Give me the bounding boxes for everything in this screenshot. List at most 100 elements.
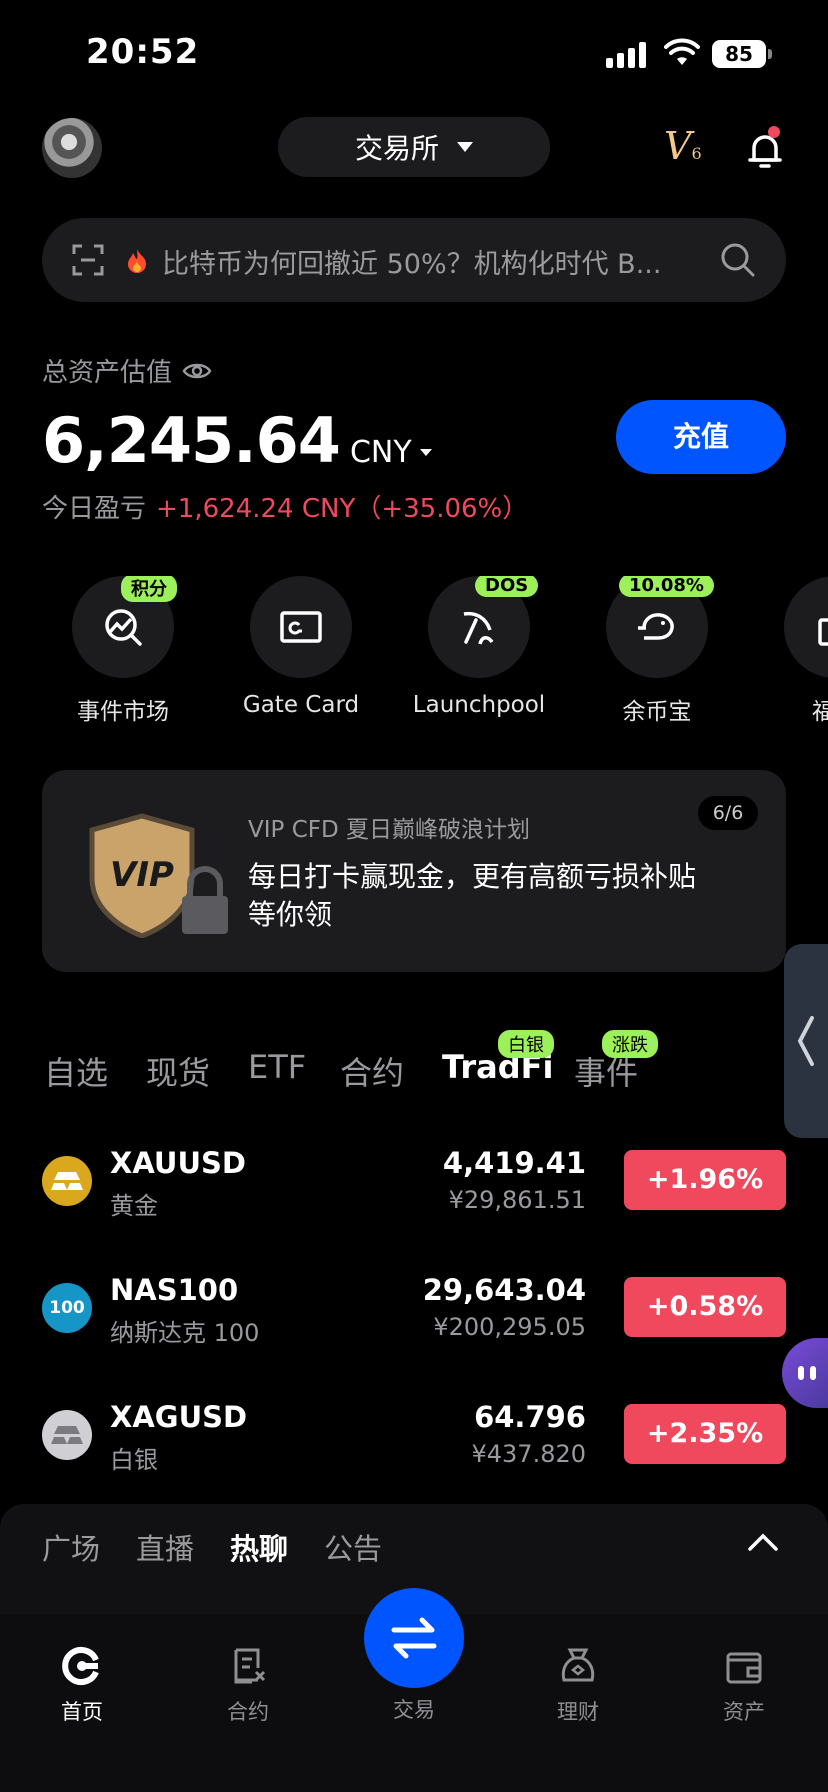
exchange-mode-switch[interactable]: 交易所 xyxy=(278,117,550,177)
piggy-bank-icon xyxy=(638,613,674,640)
asset-summary: 总资产估值 6,245.64 CNY 充值 今日盈亏 +1,624.24 CNY（… xyxy=(42,352,786,524)
assistant-bubble[interactable] xyxy=(782,1338,828,1408)
market-price-cny: ¥437.820 xyxy=(471,1440,586,1468)
tab-spot[interactable]: 现货 xyxy=(146,1048,210,1094)
shortcut-row: 积分 事件市场 Gate Card DOS Launchpool 10.08% … xyxy=(0,576,828,726)
event-market-icon xyxy=(105,609,142,646)
market-symbol: XAUUSD xyxy=(110,1146,246,1180)
status-time: 20:52 xyxy=(86,32,200,72)
gold-icon xyxy=(42,1156,92,1206)
deposit-button[interactable]: 充值 xyxy=(616,400,786,474)
tab-futures-nav[interactable]: 合约 xyxy=(188,1646,308,1726)
market-change-badge[interactable]: +1.96% xyxy=(624,1150,786,1210)
tab-home[interactable]: 首页 xyxy=(22,1646,142,1726)
feed-tab-announcements[interactable]: 公告 xyxy=(324,1526,382,1568)
nasdaq-icon-text: 100 xyxy=(49,1298,85,1318)
market-price: 64.796 xyxy=(474,1400,586,1434)
total-assets-label: 总资产估值 xyxy=(42,352,786,389)
fire-icon xyxy=(126,248,148,280)
scan-icon[interactable] xyxy=(72,244,104,276)
market-price-cny: ¥200,295.05 xyxy=(433,1313,586,1341)
trade-button[interactable] xyxy=(364,1588,464,1688)
shortcut-launchpool[interactable]: DOS Launchpool xyxy=(394,576,564,718)
futures-doc-icon xyxy=(234,1648,266,1684)
feed-tab-square[interactable]: 广场 xyxy=(42,1526,100,1568)
market-tabs: 自选 现货 ETF 合约 TradFi 白银 事件 涨跌 xyxy=(44,1030,744,1092)
market-row[interactable]: XAUUSD 黄金 4,419.41 ¥29,861.51 +1.96% xyxy=(42,1140,786,1267)
market-row[interactable]: XAGUSD 白银 64.796 ¥437.820 +2.35% xyxy=(42,1394,786,1521)
chevron-up-icon[interactable] xyxy=(748,1532,778,1552)
tab-earn[interactable]: 理财 xyxy=(518,1646,638,1726)
nasdaq-icon: 100 xyxy=(42,1283,92,1333)
home-icon xyxy=(62,1647,99,1685)
launchpool-icon xyxy=(463,611,494,645)
vip-level-number: 6 xyxy=(691,144,702,163)
shortcut-rewards[interactable]: 福利 xyxy=(750,576,828,726)
shortcut-event-market[interactable]: 积分 事件市场 xyxy=(38,576,208,726)
promo-title: 每日打卡赢现金，更有高额亏损补贴等你领 xyxy=(248,860,697,931)
market-list: XAUUSD 黄金 4,419.41 ¥29,861.51 +1.96% 100… xyxy=(42,1140,786,1521)
cellular-signal-icon xyxy=(606,42,646,68)
promo-subtitle: VIP CFD 夏日巅峰破浪计划 xyxy=(248,817,531,843)
market-change-badge[interactable]: +0.58% xyxy=(624,1277,786,1337)
status-bar: 20:52 85 xyxy=(0,0,828,110)
eye-icon[interactable] xyxy=(182,360,212,382)
tab-assets[interactable]: 资产 xyxy=(684,1646,804,1726)
promo-banner[interactable]: VIP VIP CFD 夏日巅峰破浪计划 每日打卡赢现金，更有高额亏损补贴等你领… xyxy=(42,770,786,972)
tab-home-label: 首页 xyxy=(61,1700,103,1724)
avatar[interactable] xyxy=(42,118,102,178)
total-assets-value: 6,245.64 xyxy=(42,404,341,477)
side-drawer-handle[interactable] xyxy=(784,944,828,1138)
market-name: 纳斯达克 100 xyxy=(110,1319,260,1347)
tab-badge: 白银 xyxy=(498,1030,554,1058)
market-row[interactable]: 100 NAS100 纳斯达克 100 29,643.04 ¥200,295.0… xyxy=(42,1267,786,1394)
shortcut-label: Launchpool xyxy=(412,692,546,718)
shortcut-label: 余币宝 xyxy=(622,699,692,725)
search-icon[interactable] xyxy=(720,242,756,278)
market-name: 黄金 xyxy=(110,1192,158,1220)
feed-tab-live[interactable]: 直播 xyxy=(136,1526,194,1568)
trade-label: 交易 xyxy=(393,1698,435,1722)
battery-indicator: 85 xyxy=(712,40,772,68)
vip-level-badge[interactable]: V6 xyxy=(664,124,702,168)
shortcut-gate-card[interactable]: Gate Card xyxy=(216,576,386,718)
feed-tab-hot-chat[interactable]: 热聊 xyxy=(230,1526,288,1568)
exchange-mode-label: 交易所 xyxy=(354,132,439,165)
chevron-left-icon xyxy=(797,1016,814,1066)
search-bar[interactable]: 比特币为何回撤近 50%？机构化时代 B... xyxy=(42,218,786,302)
gift-icon xyxy=(818,618,828,646)
shortcut-label: 福利 xyxy=(812,699,828,725)
tab-etf[interactable]: ETF xyxy=(248,1048,306,1086)
market-price: 4,419.41 xyxy=(442,1146,586,1180)
market-change-badge[interactable]: +2.35% xyxy=(624,1404,786,1464)
currency-label: CNY xyxy=(349,435,412,470)
promo-page-indicator: 6/6 xyxy=(698,796,758,830)
silver-icon xyxy=(42,1410,92,1460)
market-price-cny: ¥29,861.51 xyxy=(448,1186,586,1214)
shortcut-badge: 10.08% xyxy=(619,576,714,597)
wallet-icon xyxy=(726,1652,762,1684)
tab-earn-label: 理财 xyxy=(557,1700,599,1724)
search-trending-text[interactable]: 比特币为何回撤近 50%？机构化时代 B... xyxy=(162,242,732,281)
shortcut-label: 事件市场 xyxy=(77,699,169,725)
vip-level-letter: V xyxy=(664,124,692,168)
tab-futures[interactable]: 合约 xyxy=(340,1048,404,1094)
total-assets-label-text: 总资产估值 xyxy=(42,358,173,388)
tab-favorites[interactable]: 自选 xyxy=(44,1048,108,1094)
market-symbol: NAS100 xyxy=(110,1273,239,1307)
notification-dot xyxy=(768,126,780,138)
today-pnl-value: +1,624.24 CNY（+35.06%） xyxy=(156,494,529,524)
currency-selector[interactable]: CNY xyxy=(350,435,432,470)
shortcut-label: Gate Card xyxy=(242,692,360,718)
vip-shield-icon: VIP xyxy=(89,813,228,938)
tab-badge: 涨跌 xyxy=(602,1030,658,1058)
caret-down-icon xyxy=(419,449,432,456)
shortcut-savings[interactable]: 10.08% 余币宝 xyxy=(572,576,742,726)
wifi-icon xyxy=(664,38,700,65)
chevron-down-icon xyxy=(457,142,473,152)
swap-arrows-icon xyxy=(391,1617,437,1659)
earn-bag-icon xyxy=(561,1648,595,1682)
market-price: 29,643.04 xyxy=(422,1273,586,1307)
bottom-tab-bar: 首页 合约 交易 理财 资产 xyxy=(0,1588,828,1792)
shortcut-badge: DOS xyxy=(475,576,539,597)
